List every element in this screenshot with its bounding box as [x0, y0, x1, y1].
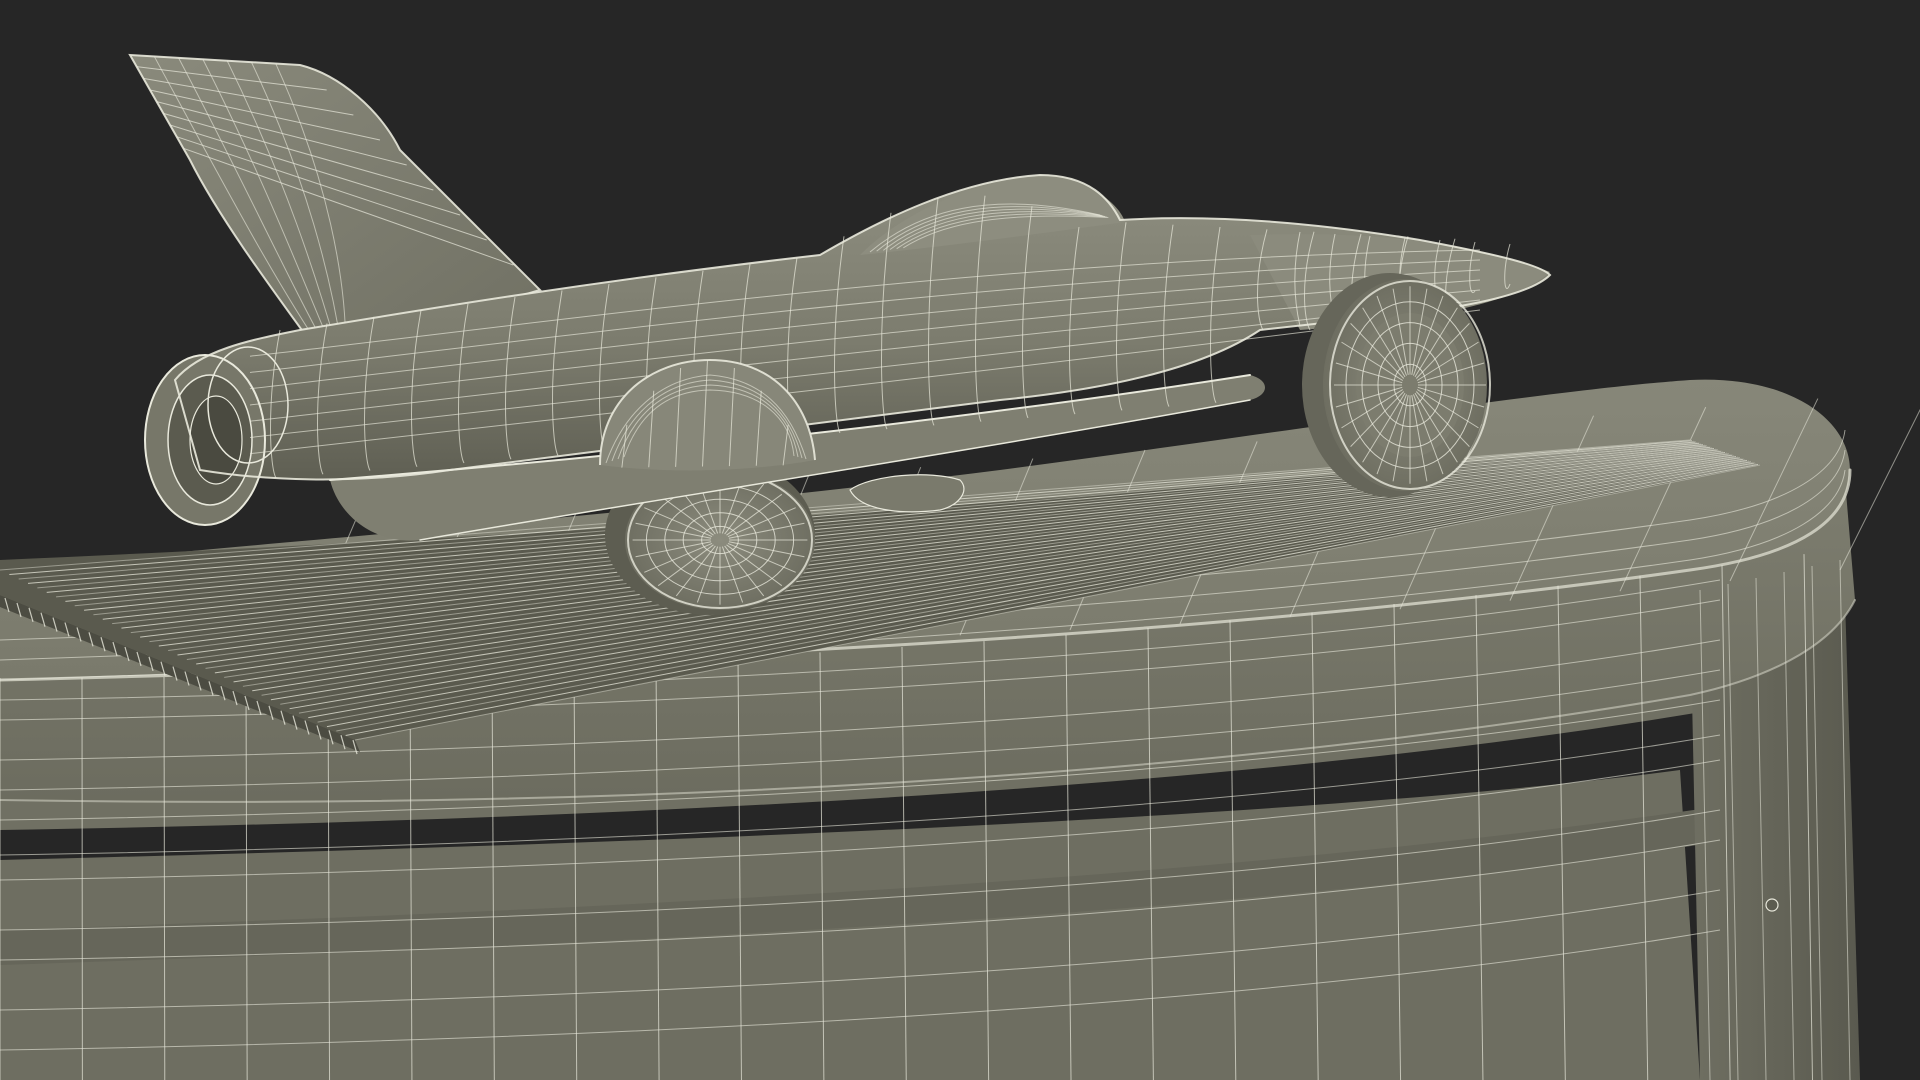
- screw-icon: [1765, 898, 1779, 912]
- pedestal-wire-top: [1839, 408, 1920, 571]
- front-wheel: [1302, 273, 1491, 497]
- wireframe-render-canvas: [0, 53, 1920, 1080]
